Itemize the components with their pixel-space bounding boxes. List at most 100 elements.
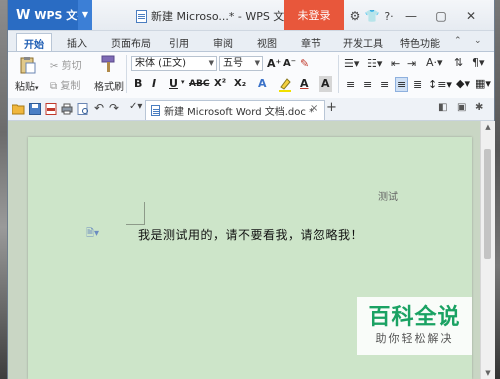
ribbon-divider [126,55,127,93]
font-family-select[interactable]: 宋体 (正文) ▼ [131,56,217,71]
watermark-logo: 百科全说 助你轻松解决 [357,297,472,355]
align-right-icon[interactable]: ≡ [380,78,389,91]
shrink-font-button[interactable]: A⁻ [283,56,296,72]
sort-icon[interactable]: ⇅ [454,56,463,69]
wps-logo-icon: W [16,7,31,23]
align-justify-icon[interactable]: ≡ [395,77,409,92]
page-margin-marker [126,202,145,225]
bold-button[interactable]: B [134,76,142,92]
tab-references[interactable]: 引用 [162,33,196,51]
cut-label: 剪切 [61,61,82,72]
page-header-text[interactable]: 测试 [378,188,398,203]
window-title: 新建 Microso...* - WPS 文字 [136,8,295,24]
shading-icon[interactable]: ◆▾ [456,77,470,90]
print-preview-icon[interactable] [77,103,89,115]
copy-icon: ⧉ [50,81,58,92]
chinese-layout-icon[interactable]: A·▾ [426,56,443,69]
border-icon[interactable]: ▦▾ [475,77,491,90]
tab-developer[interactable]: 开发工具 [338,33,388,51]
bullet-list-icon[interactable]: ☰▾ [344,57,359,70]
settings-icon[interactable]: ✱ [475,102,483,113]
show-marks-icon[interactable]: ¶▾ [472,56,485,69]
tab-view[interactable]: 视图 [250,33,284,51]
close-tab-icon[interactable]: × [310,103,318,114]
undo-icon[interactable]: ↶ [94,101,104,115]
cut-button[interactable]: ✂ 剪切 [50,57,82,72]
tab-page-layout[interactable]: 页面布局 [104,33,158,51]
clear-format-icon[interactable]: ✎ [300,56,309,72]
scrollbar-thumb[interactable] [484,149,491,259]
window-title-text: 新建 Microso...* - WPS 文字 [151,10,296,23]
app-menu-caret-icon[interactable]: ▼ [78,0,92,30]
scroll-down-icon[interactable]: ▼ [481,367,495,379]
document-body-text[interactable]: 我是测试用的，请不要看我，请忽略我！ [138,226,363,243]
chevron-down-icon: ▼ [208,59,214,67]
watermark-subtitle: 助你轻松解决 [375,332,454,345]
font-family-value: 宋体 (正文) [135,58,186,69]
font-color-button[interactable]: A [300,76,309,92]
print-icon[interactable] [61,103,73,115]
export-pdf-icon[interactable] [45,103,57,115]
distribute-icon[interactable]: ≣ [413,78,422,91]
paste-icon[interactable] [18,56,36,74]
align-left-icon[interactable]: ≡ [346,78,355,91]
tab-special-features[interactable]: 特色功能 [392,33,448,51]
font-size-value: 五号 [223,58,243,69]
ribbon-more-icon[interactable]: ⌄ [474,36,482,46]
ribbon-collapse-icon[interactable]: ⌃ [454,36,462,46]
strikethrough-button[interactable]: ABC [189,76,209,92]
paste-label: 粘贴 [15,82,35,93]
underline-button[interactable]: U [169,76,178,92]
grow-font-button[interactable]: A⁺ [267,56,281,72]
tab-home[interactable]: 开始 [16,33,52,52]
format-painter-button[interactable]: 格式刷 [94,78,124,93]
superscript-button[interactable]: X² [214,76,226,92]
paste-button[interactable]: 粘贴▾ [15,78,39,93]
translate-icon[interactable]: ▣ [457,102,466,113]
highlight-icon[interactable] [278,76,292,92]
document-tab[interactable]: 新建 Microsoft Word 文档.doc * [145,100,325,120]
scroll-up-icon[interactable]: ▲ [481,121,495,133]
copy-button[interactable]: ⧉ 复制 [50,77,80,92]
close-icon[interactable]: ✕ [463,8,479,24]
italic-button[interactable]: I [152,76,156,92]
help-icon[interactable]: ?· [381,8,397,24]
line-spacing-icon[interactable]: ↕≡▾ [428,78,452,91]
share-icon[interactable]: ◧ [438,102,447,113]
customize-toolbar-icon[interactable]: ✓▾ [129,101,142,112]
document-tab-label: 新建 Microsoft Word 文档.doc * [164,107,315,118]
indent-increase-icon[interactable]: ⇥ [407,57,416,70]
numbered-list-icon[interactable]: ☷▾ [367,57,382,70]
tab-chapter[interactable]: 章节 [294,33,328,51]
subscript-button[interactable]: X₂ [234,76,246,92]
open-folder-icon[interactable] [11,103,25,115]
text-effect-button[interactable]: A [258,76,267,92]
login-button[interactable]: 未登录 [284,0,344,30]
copy-label: 复制 [60,81,81,92]
skin-icon[interactable]: ⚙ [347,8,363,24]
wps-window: W WPS 文字 ▼ 新建 Microso...* - WPS 文字 未登录 ⚙… [8,0,495,379]
underline-caret-icon[interactable]: ▾ [181,78,185,86]
font-size-select[interactable]: 五号 ▼ [219,56,263,71]
char-shading-button[interactable]: A [319,76,332,92]
document-icon [151,105,160,116]
indent-decrease-icon[interactable]: ⇤ [391,57,400,70]
paste-caret-icon: ▾ [35,84,39,92]
save-icon[interactable] [29,103,41,115]
paragraph-marker-icon[interactable]: 🗎▾ [86,226,99,243]
tab-review[interactable]: 审阅 [206,33,240,51]
ribbon-divider [338,55,339,93]
watermark-title: 百科全说 [368,305,461,330]
format-painter-icon[interactable] [100,55,116,73]
tab-insert[interactable]: 插入 [60,33,94,51]
shirt-icon[interactable]: 👕 [364,8,380,24]
minimize-icon[interactable]: — [403,8,419,24]
app-menu-button[interactable]: W WPS 文字 ▼ [8,0,92,30]
new-tab-icon[interactable]: + [326,100,337,115]
vertical-scrollbar[interactable]: ▲ ▼ [480,121,495,379]
maximize-icon[interactable]: ▢ [433,8,449,24]
redo-icon[interactable]: ↷ [109,101,119,115]
scissors-icon: ✂ [50,61,59,72]
align-center-icon[interactable]: ≡ [363,78,372,91]
document-icon [136,9,147,23]
